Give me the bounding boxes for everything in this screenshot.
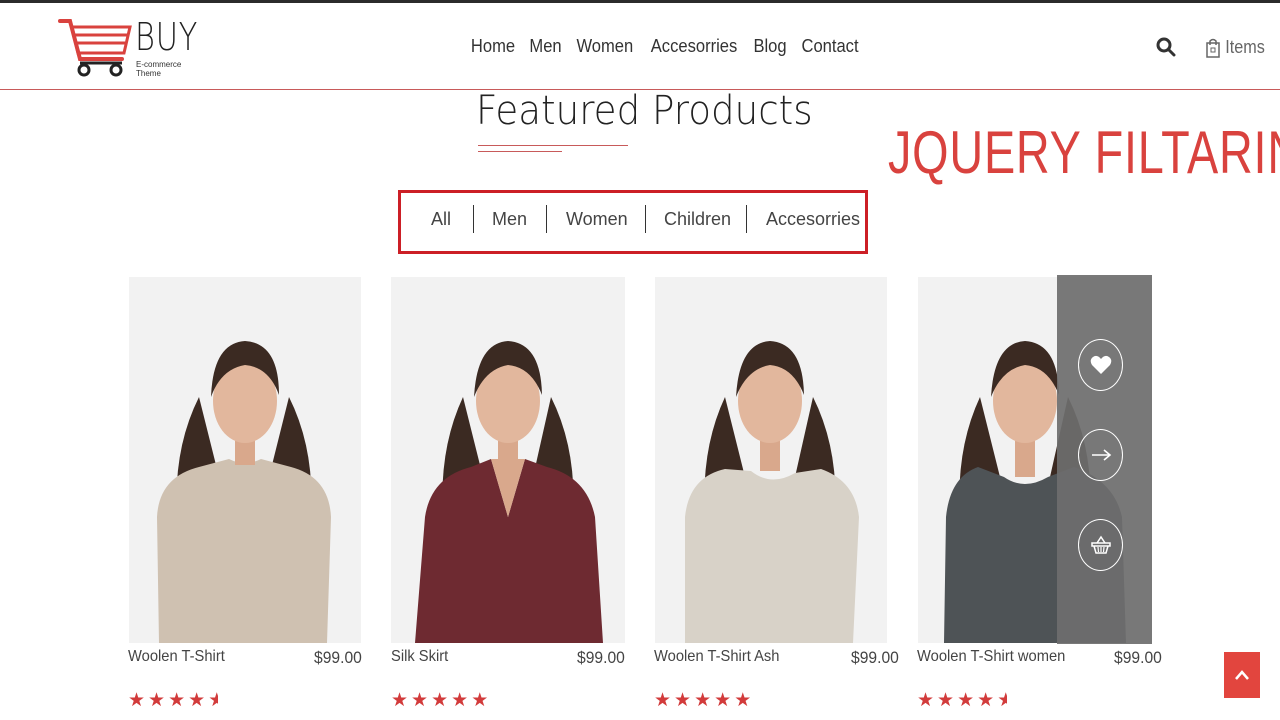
filter-children[interactable]: Children	[664, 205, 731, 233]
star-icon: ★	[694, 690, 712, 711]
nav-blog[interactable]: Blog	[753, 36, 786, 57]
search-icon	[1156, 37, 1176, 57]
star-icon: ★	[128, 690, 146, 711]
nav-men[interactable]: Men	[529, 36, 561, 57]
arrow-right-icon	[1091, 449, 1111, 461]
filter-men[interactable]: Men	[492, 205, 527, 233]
filter-all[interactable]: All	[431, 205, 451, 233]
star-icon: ★	[957, 690, 975, 711]
star-icon: ★	[977, 690, 995, 711]
star-icon: ★	[714, 690, 732, 711]
view-details-button[interactable]	[1078, 429, 1123, 481]
product-name[interactable]: Woolen T-Shirt Ash	[654, 648, 779, 666]
star-icon: ★	[411, 690, 429, 711]
star-icon: ★	[654, 690, 672, 711]
add-to-cart-button[interactable]	[1078, 519, 1123, 571]
product-rating: ★ ★ ★ ★ ★	[128, 690, 218, 712]
logo[interactable]: BUY E-commerce Theme	[58, 15, 198, 79]
star-half-icon: ★	[208, 690, 219, 711]
product-price: $99.00	[1114, 648, 1162, 667]
nav-women[interactable]: Women	[576, 36, 633, 57]
product-name[interactable]: Woolen T-Shirt women	[917, 648, 1065, 666]
filter-divider	[645, 205, 646, 233]
site-header: BUY E-commerce Theme Home Men Women Acce…	[0, 3, 1280, 90]
star-icon: ★	[148, 690, 166, 711]
filter-divider	[746, 205, 747, 233]
star-icon: ★	[937, 690, 955, 711]
star-icon: ★	[391, 690, 409, 711]
nav-accessories[interactable]: Accesorries	[650, 36, 737, 57]
product-name[interactable]: Woolen T-Shirt	[128, 648, 225, 666]
product-card-1[interactable]	[129, 277, 361, 643]
star-icon: ★	[674, 690, 692, 711]
product-price: $99.00	[577, 648, 625, 667]
video-overlay-caption: JQUERY FILTARING	[888, 119, 1280, 186]
nav-contact[interactable]: Contact	[801, 36, 858, 57]
shopping-bag-icon	[1206, 38, 1220, 58]
star-icon: ★	[471, 690, 489, 711]
logo-wordmark: BUY	[135, 15, 199, 59]
cart-logo-icon	[58, 19, 132, 77]
product-image	[415, 341, 603, 643]
star-icon: ★	[734, 690, 752, 711]
product-rating: ★ ★ ★ ★ ★	[391, 690, 488, 712]
star-icon: ★	[188, 690, 206, 711]
product-name[interactable]: Silk Skirt	[391, 648, 448, 666]
nav-home[interactable]: Home	[471, 36, 515, 57]
product-image	[685, 341, 859, 643]
basket-icon	[1090, 535, 1111, 554]
star-half-icon: ★	[997, 690, 1008, 711]
cart-items-link[interactable]: Items	[1206, 37, 1267, 58]
filter-accessories[interactable]: Accesorries	[766, 205, 860, 233]
star-icon: ★	[917, 690, 935, 711]
product-rating: ★ ★ ★ ★ ★	[917, 690, 1007, 712]
filter-divider	[546, 205, 547, 233]
main-nav: Home Men Women Accesorries Blog Contact	[469, 36, 872, 57]
star-icon: ★	[451, 690, 469, 711]
section-title: Featured Products	[476, 88, 813, 134]
logo-tagline: E-commerce Theme	[136, 60, 182, 78]
product-image	[157, 341, 331, 643]
product-hover-actions	[1057, 275, 1152, 644]
items-label: Items	[1225, 37, 1265, 57]
product-price: $99.00	[851, 648, 899, 667]
filter-divider	[473, 205, 474, 233]
title-underline	[478, 145, 628, 146]
title-underline-short	[478, 151, 562, 152]
scroll-to-top-button[interactable]	[1224, 652, 1260, 698]
product-rating: ★ ★ ★ ★ ★	[654, 690, 751, 712]
search-button[interactable]	[1156, 37, 1178, 59]
chevron-up-icon	[1235, 670, 1249, 680]
product-card-2[interactable]	[391, 277, 625, 643]
wishlist-button[interactable]	[1078, 339, 1123, 391]
product-price: $99.00	[314, 648, 362, 667]
filter-women[interactable]: Women	[566, 205, 628, 233]
heart-icon	[1090, 355, 1111, 374]
star-icon: ★	[431, 690, 449, 711]
product-card-3[interactable]	[655, 277, 887, 643]
star-icon: ★	[168, 690, 186, 711]
